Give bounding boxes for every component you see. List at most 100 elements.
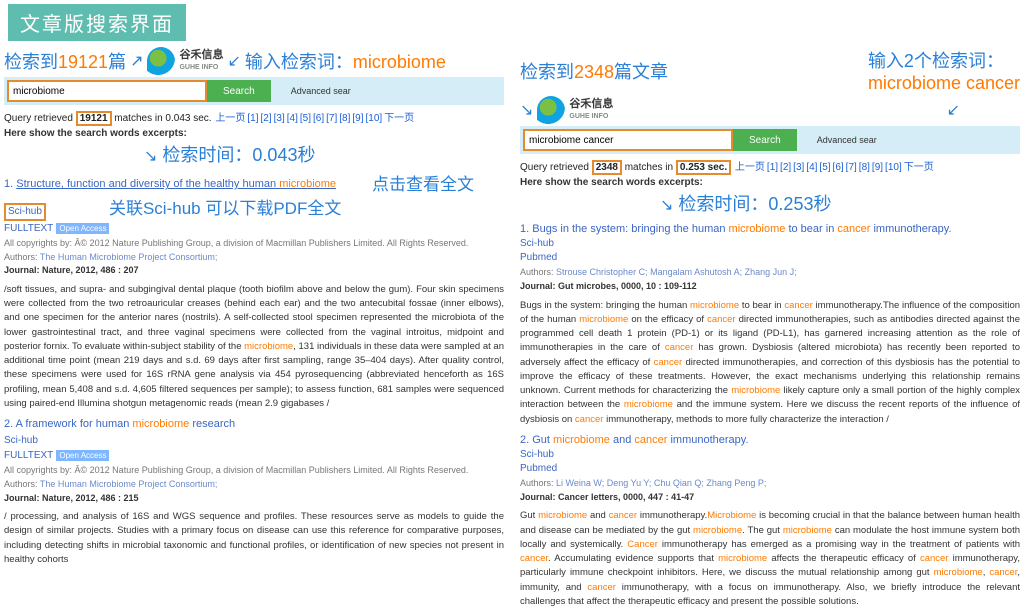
journal-info: Journal: Cancer letters, 0000, 447 : 41-…	[520, 491, 1020, 504]
result-title[interactable]: 1. Bugs in the system: bringing the huma…	[520, 222, 1020, 237]
journal-info: Journal: Nature, 2012, 486 : 207	[4, 264, 504, 277]
pag-next[interactable]: 下一页	[384, 113, 414, 124]
time-anno-left: ↘ 检索时间：0.043秒	[144, 141, 504, 167]
pag-6[interactable]: [6]	[313, 113, 324, 124]
result-1: 1. Structure, function and diversity of …	[4, 173, 504, 277]
author-link[interactable]: Li Weina W; Deng Yu Y; Chu Qian Q; Zhang…	[556, 478, 766, 488]
search-button[interactable]: Search	[733, 129, 797, 151]
stat-time-box: 0.253 sec.	[676, 160, 731, 175]
result-2: 2. A framework for human microbiome rese…	[4, 417, 504, 504]
anno-count-num: 2348	[574, 62, 614, 82]
anno-input-term: microbiome cancer	[868, 73, 1020, 93]
pag-9[interactable]: [9]	[872, 162, 883, 173]
anno-count-pre: 检索到	[4, 52, 58, 72]
title-kw: microbiome	[279, 178, 336, 190]
title-text: A framework for human	[16, 418, 133, 430]
pubmed-link[interactable]: Pubmed	[520, 462, 1020, 476]
scihub-link[interactable]: Sci-hub	[4, 435, 38, 446]
fulltext-link[interactable]: FULLTEXT	[4, 450, 53, 461]
title-kw: microbiome	[132, 418, 189, 430]
time-anno-text: 检索时间：0.253秒	[678, 194, 831, 214]
pag-5[interactable]: [5]	[819, 162, 830, 173]
excerpt-heading: Here show the search words excerpts:	[520, 177, 1020, 188]
pag-next[interactable]: 下一页	[904, 162, 934, 173]
logo: 谷禾信息GUHE INFO	[537, 96, 613, 124]
anno-count-right: 检索到2348篇文章	[520, 58, 668, 84]
search-input[interactable]	[7, 80, 207, 102]
result-title[interactable]: 2. Gut microbiome and cancer immunothera…	[520, 433, 1020, 448]
pag-5[interactable]: [5]	[300, 113, 311, 124]
stat-pre: Query retrieved	[4, 113, 76, 124]
anno-input-term: microbiome	[353, 52, 446, 72]
pag-1[interactable]: [1]	[767, 162, 778, 173]
scihub-link[interactable]: Sci-hub	[4, 203, 46, 221]
search-input[interactable]	[523, 129, 733, 151]
pag-4[interactable]: [4]	[287, 113, 298, 124]
arrow-icon: ↘	[520, 100, 533, 120]
anno-count-num: 19121	[58, 52, 108, 72]
time-anno-text: 检索时间：0.043秒	[162, 145, 315, 165]
stat-mid: matches in	[622, 162, 676, 173]
pag-10[interactable]: [10]	[365, 113, 382, 124]
pag-8[interactable]: [8]	[859, 162, 870, 173]
journal-info: Journal: Nature, 2012, 486 : 215	[4, 492, 504, 505]
result-1: 1. Bugs in the system: bringing the huma…	[520, 222, 1020, 293]
time-anno-right: ↘ 检索时间：0.253秒	[660, 190, 1020, 216]
pag-3[interactable]: [3]	[274, 113, 285, 124]
anno-count-pre: 检索到	[520, 62, 574, 82]
logo-icon	[147, 47, 175, 75]
arrow-icon: ↙	[227, 51, 240, 71]
result-title[interactable]: 2. A framework for human microbiome rese…	[4, 417, 504, 432]
advanced-search-link[interactable]: Advanced sear	[817, 135, 877, 145]
result-num: 1.	[520, 223, 529, 235]
result-title[interactable]: 1. Structure, function and diversity of …	[4, 177, 336, 192]
copyright: All copyrights by: Â© 2012 Nature Publis…	[4, 464, 504, 477]
author-link[interactable]: The Human Microbiome Project Consortium;	[40, 252, 218, 262]
pag-9[interactable]: [9]	[352, 113, 363, 124]
pubmed-link[interactable]: Pubmed	[520, 251, 1020, 265]
journal-info: Journal: Gut microbes, 0000, 10 : 109-11…	[520, 280, 1020, 293]
logo-icon	[537, 96, 565, 124]
pag-prev[interactable]: 上一页	[215, 113, 245, 124]
stat-line-right: Query retrieved 2348 matches in 0.253 se…	[520, 158, 1020, 173]
logo-en: GUHE INFO	[179, 64, 218, 71]
scihub-link[interactable]: Sci-hub	[520, 237, 1020, 251]
search-button[interactable]: Search	[207, 80, 271, 102]
anno-input-label: 输入检索词：	[245, 52, 353, 72]
auth-label: Authors:	[520, 478, 556, 488]
logo-cn: 谷禾信息	[179, 49, 223, 61]
pag-8[interactable]: [8]	[339, 113, 350, 124]
arrow-icon: ↙	[947, 100, 960, 120]
anno-count-left: 检索到19121篇	[4, 48, 126, 74]
pag-prev[interactable]: 上一页	[735, 162, 765, 173]
advanced-search-link[interactable]: Advanced sear	[291, 86, 351, 96]
result-num: 2.	[520, 434, 529, 446]
auth-label: Authors:	[4, 252, 40, 262]
click-anno: 点击查看全文	[372, 173, 474, 197]
pag-2[interactable]: [2]	[260, 113, 271, 124]
pagination: 上一页[1][2][3][4][5][6][7][8][9][10]下一页	[214, 113, 415, 124]
pag-1[interactable]: [1]	[247, 113, 258, 124]
author-link[interactable]: Strouse Christopher C; Mangalam Ashutosh…	[556, 267, 797, 277]
pag-6[interactable]: [6]	[833, 162, 844, 173]
anno-count-suf: 篇	[108, 52, 126, 72]
pag-7[interactable]: [7]	[846, 162, 857, 173]
author-link[interactable]: The Human Microbiome Project Consortium;	[40, 479, 218, 489]
open-access-badge: Open Access	[56, 450, 109, 461]
left-panel: 检索到19121篇 ↗ 谷禾信息GUHE INFO ↙ 输入检索词：microb…	[0, 45, 508, 615]
pag-10[interactable]: [10]	[885, 162, 902, 173]
pag-4[interactable]: [4]	[806, 162, 817, 173]
search-bar-right: Search Advanced sear	[520, 126, 1020, 154]
right-panel: 检索到2348篇文章 输入2个检索词：microbiome cancer ↘ 谷…	[516, 45, 1024, 615]
title-text: Structure, function and diversity of the…	[16, 178, 279, 190]
fulltext-link[interactable]: FULLTEXT	[4, 223, 53, 234]
abstract-2: / processing, and analysis of 16S and WG…	[4, 510, 504, 567]
pag-3[interactable]: [3]	[793, 162, 804, 173]
pag-7[interactable]: [7]	[326, 113, 337, 124]
anno-input-left: 输入检索词：microbiome	[245, 48, 446, 74]
abstract-2: Gut microbiome and cancer immunotherapy.…	[520, 509, 1020, 609]
pag-2[interactable]: [2]	[780, 162, 791, 173]
result-num: 1.	[4, 178, 13, 190]
scihub-link[interactable]: Sci-hub	[520, 448, 1020, 462]
logo: 谷禾信息 GUHE INFO	[147, 47, 223, 75]
